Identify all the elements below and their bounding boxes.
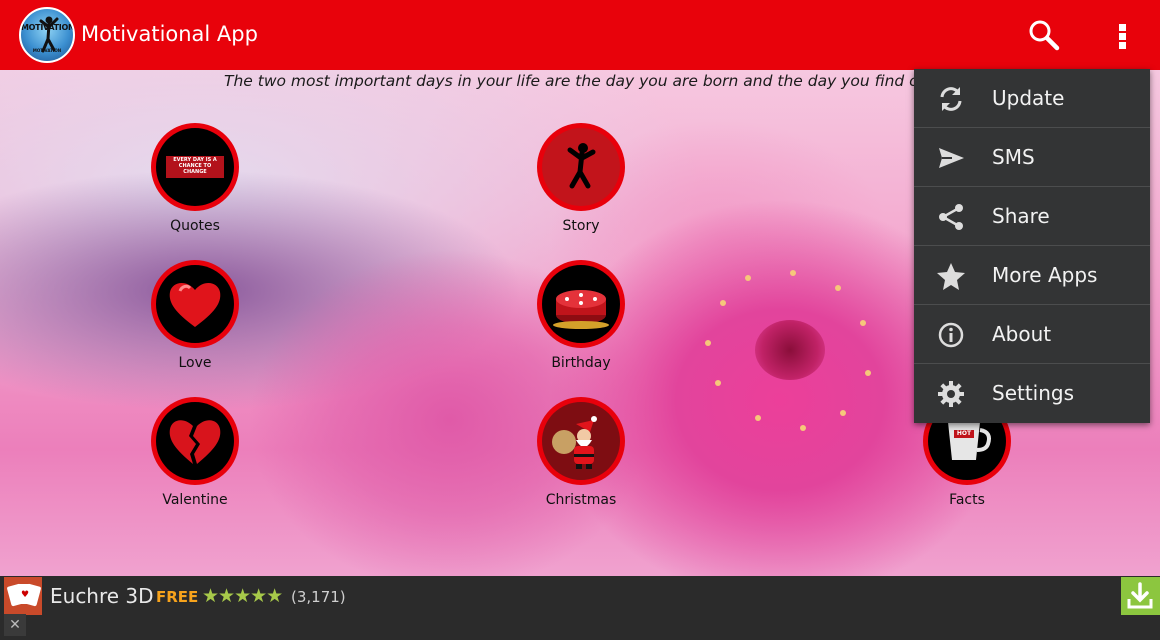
tile-story[interactable]: Story bbox=[521, 123, 641, 234]
install-button[interactable] bbox=[1121, 577, 1160, 615]
quotes-image: EVERY DAY IS A CHANCE TO CHANGE bbox=[156, 128, 234, 206]
tile-valentine[interactable]: Valentine bbox=[135, 397, 255, 508]
heart-icon bbox=[169, 283, 221, 327]
flower-background bbox=[755, 320, 825, 380]
menu-item-label: Share bbox=[992, 204, 1050, 228]
app-bar: MOTIVATION MOTIVATION Motivational App bbox=[0, 0, 1160, 70]
quotes-image-text: EVERY DAY IS A CHANCE TO CHANGE bbox=[173, 157, 217, 175]
overflow-menu: Update SMS Share More Apps About Setting… bbox=[914, 69, 1150, 423]
search-button[interactable] bbox=[1026, 18, 1062, 54]
share-icon bbox=[939, 204, 963, 230]
facts-image-text: HOT bbox=[956, 430, 972, 437]
dancing-person-icon bbox=[567, 143, 596, 189]
tile-label: Valentine bbox=[162, 492, 228, 508]
ad-price: FREE bbox=[156, 588, 199, 606]
ad-title[interactable]: Euchre 3D bbox=[50, 584, 154, 608]
menu-item-share[interactable]: Share bbox=[914, 187, 1150, 246]
menu-item-update[interactable]: Update bbox=[914, 69, 1150, 128]
refresh-icon bbox=[940, 87, 962, 111]
ad-close-button[interactable]: ✕ bbox=[4, 614, 26, 636]
logo-figure-icon bbox=[39, 16, 59, 53]
tile-label: Facts bbox=[949, 492, 985, 508]
overflow-menu-icon bbox=[1119, 24, 1126, 31]
broken-heart-icon bbox=[169, 420, 221, 464]
svg-text:♥: ♥ bbox=[21, 590, 29, 600]
tile-label: Story bbox=[562, 218, 600, 234]
app-title: Motivational App bbox=[81, 22, 258, 46]
star-icon bbox=[937, 263, 965, 290]
tile-birthday[interactable]: Birthday bbox=[521, 260, 641, 371]
ad-rating-stars: ★★★★★ bbox=[202, 585, 283, 607]
cake-icon bbox=[553, 290, 609, 329]
tile-christmas[interactable]: Christmas bbox=[521, 397, 641, 508]
cards-icon[interactable]: ♥ bbox=[4, 577, 42, 615]
menu-item-label: Settings bbox=[992, 381, 1075, 405]
menu-item-sms[interactable]: SMS bbox=[914, 128, 1150, 187]
tile-label: Christmas bbox=[545, 492, 617, 508]
santa-icon bbox=[552, 416, 597, 469]
menu-item-about[interactable]: About bbox=[914, 305, 1150, 364]
app-logo: MOTIVATION MOTIVATION bbox=[19, 7, 75, 63]
menu-item-label: Update bbox=[992, 86, 1065, 110]
menu-item-label: About bbox=[992, 322, 1052, 346]
gear-icon bbox=[938, 381, 964, 407]
ad-banner[interactable] bbox=[0, 576, 1160, 640]
menu-item-settings[interactable]: Settings bbox=[914, 364, 1150, 423]
menu-item-label: More Apps bbox=[992, 263, 1098, 287]
search-icon bbox=[1029, 20, 1060, 51]
info-icon bbox=[938, 322, 964, 348]
tile-label: Quotes bbox=[170, 218, 220, 234]
logo-subtext: MOTIVATION bbox=[32, 48, 62, 53]
ad-rating-count: (3,171) bbox=[291, 588, 346, 606]
tile-label: Birthday bbox=[551, 355, 611, 371]
tile-quotes[interactable]: EVERY DAY IS A CHANCE TO CHANGE Quotes bbox=[135, 123, 255, 234]
menu-item-more-apps[interactable]: More Apps bbox=[914, 246, 1150, 305]
tile-label: Love bbox=[178, 355, 212, 371]
download-icon bbox=[1127, 582, 1153, 609]
overflow-menu-button[interactable] bbox=[1106, 18, 1140, 54]
tile-love[interactable]: Love bbox=[135, 260, 255, 371]
menu-item-label: SMS bbox=[992, 145, 1035, 169]
send-icon bbox=[939, 148, 964, 168]
